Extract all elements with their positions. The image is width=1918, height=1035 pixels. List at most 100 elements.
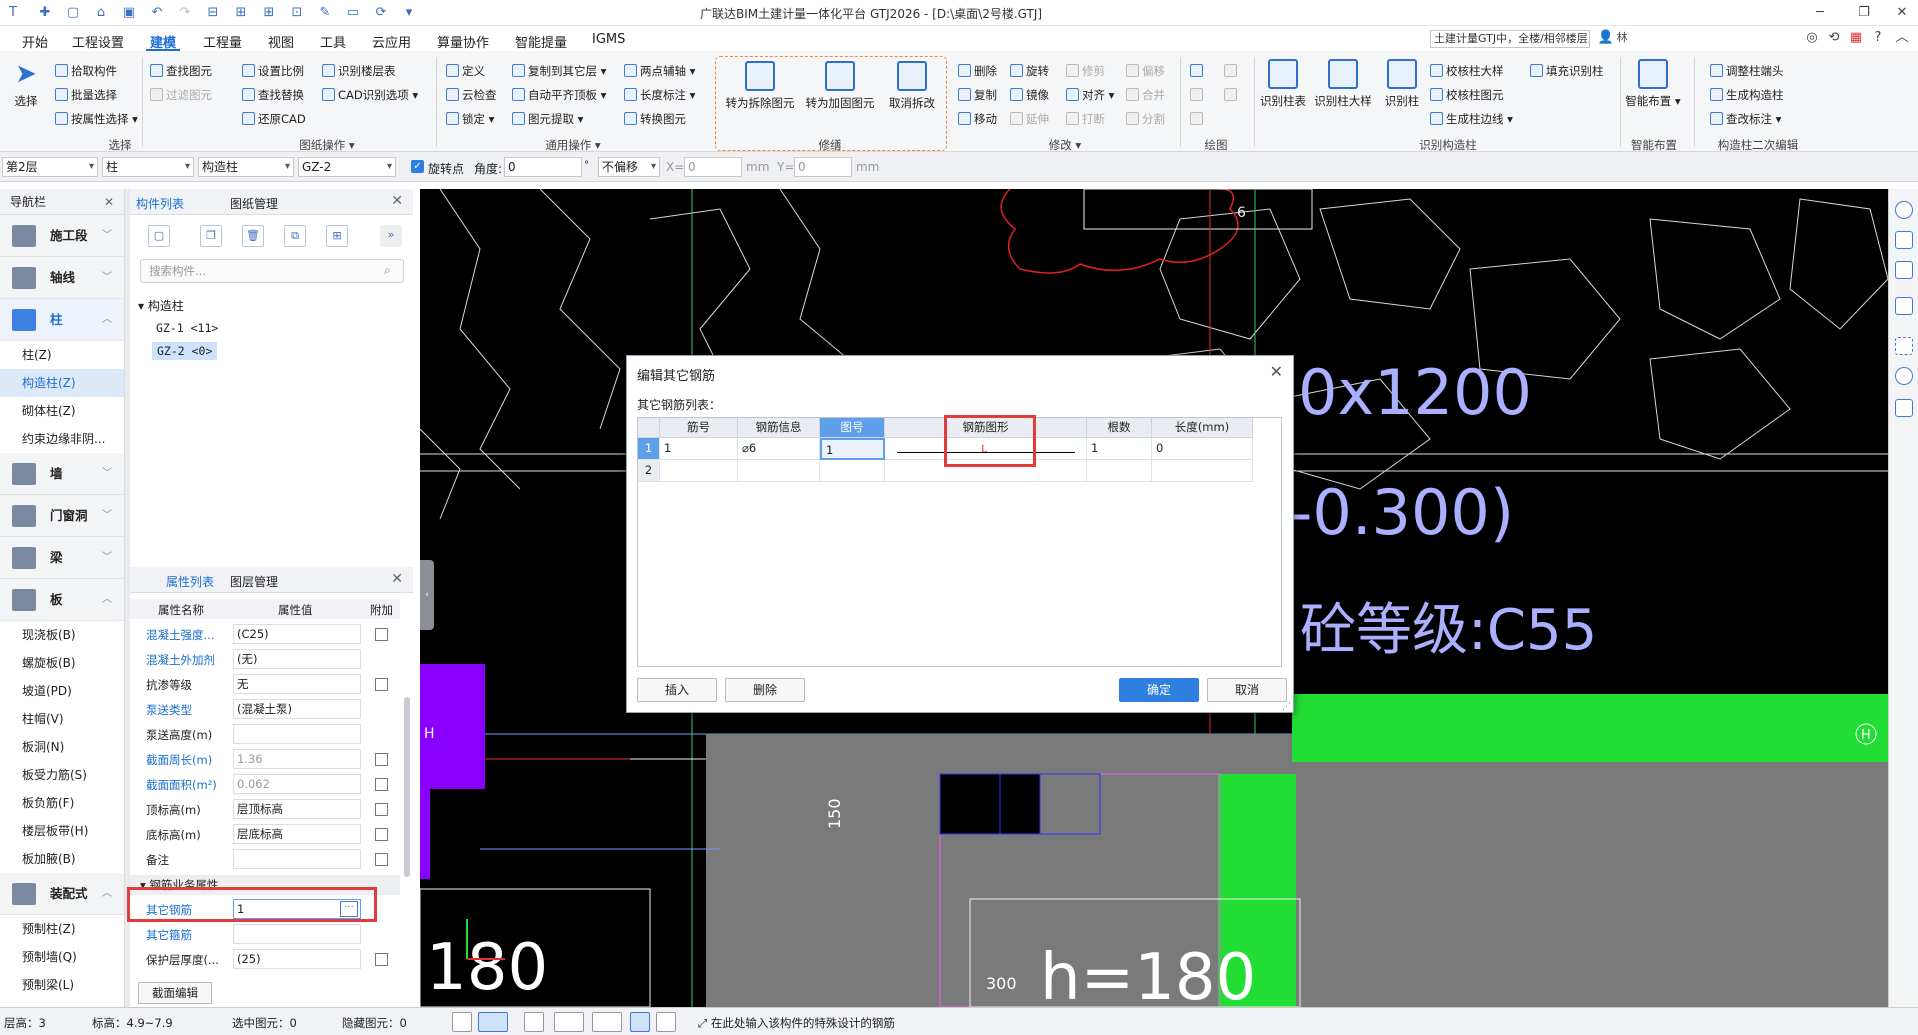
smart-layout-button[interactable]: 智能布置 ▾	[1622, 59, 1684, 109]
check-col-detail-button[interactable]: 校核柱大样	[1430, 63, 1504, 79]
nav-cat-axis[interactable]: 轴线 ﹀	[0, 257, 124, 299]
two-point-axis-button[interactable]: 两点辅轴 ▾	[624, 63, 695, 79]
search-icon[interactable]: ⌕	[384, 263, 391, 278]
find-element-button[interactable]: 查找图元	[150, 63, 212, 79]
gen-col-edge-button[interactable]: 生成柱边线 ▾	[1430, 111, 1513, 127]
nav-item-column-cap[interactable]: 柱帽(V)	[0, 705, 124, 733]
property-value[interactable]	[233, 849, 361, 869]
tab-drawing-manage[interactable]: 图纸管理	[230, 195, 278, 212]
to-demolish-button[interactable]: 转为拆除图元	[722, 61, 798, 111]
cell-length[interactable]: 0	[1152, 438, 1253, 460]
property-row[interactable]: 抗渗等级 无	[130, 672, 400, 697]
property-row[interactable]: 混凝土外加剂 (无)	[130, 647, 400, 672]
tree-item-gz1[interactable]: GZ-1 <11>	[156, 321, 218, 335]
quick-tool-2-icon[interactable]: ⊞	[232, 4, 250, 22]
col-length-header[interactable]: 长度(mm)	[1152, 418, 1253, 438]
property-row[interactable]: 泵送类型 (混凝土泵)	[130, 697, 400, 722]
extract-element-button[interactable]: 图元提取 ▾	[512, 111, 583, 127]
tree-item-gz2[interactable]: GZ-2 <0>	[152, 342, 218, 360]
nav-item-edge-member[interactable]: 约束边缘非阴...	[0, 425, 124, 453]
quick-tool-5-icon[interactable]: ✎	[316, 4, 334, 22]
define-button[interactable]: 定义	[446, 63, 485, 79]
subtype-select[interactable]: 构造柱	[198, 157, 294, 177]
menu-quantity[interactable]: 工程量	[203, 32, 242, 51]
offset-select[interactable]: 不偏移	[598, 157, 660, 177]
delete-row-button[interactable]: 删除	[725, 678, 805, 702]
property-row[interactable]: 顶标高(m) 层顶标高	[130, 797, 400, 822]
panel-toggle-icon[interactable]: ‹	[420, 560, 434, 630]
scrollbar-thumb[interactable]	[404, 697, 410, 877]
property-checkbox[interactable]	[375, 853, 388, 866]
nav-cat-column[interactable]: 柱 ︿	[0, 299, 124, 341]
save-icon[interactable]: ▣	[120, 4, 138, 22]
purple-element[interactable]	[420, 789, 430, 879]
property-checkbox[interactable]	[375, 828, 388, 841]
copy-component-icon[interactable]: ❐	[200, 225, 222, 247]
type-select[interactable]: 柱	[102, 157, 194, 177]
recognize-col-table-button[interactable]: 识别柱表	[1254, 59, 1312, 109]
draw-line-button[interactable]	[1190, 87, 1206, 103]
ok-button[interactable]: 确定	[1119, 678, 1199, 702]
batch-select-button[interactable]: 批量选择	[55, 87, 117, 103]
nav-item-struct-column[interactable]: 构造柱(Z)	[0, 369, 124, 397]
adjust-col-end-button[interactable]: 调整柱端头	[1710, 63, 1784, 79]
headset-icon[interactable]: ◎	[1800, 28, 1824, 48]
floor-select[interactable]: 第2层	[2, 157, 98, 177]
filter-element-button[interactable]: 过滤图元	[150, 87, 212, 103]
green-beam[interactable]	[1292, 694, 1888, 762]
select-button[interactable]: ➤ 选择	[0, 59, 56, 109]
nav-item-prefab-beam[interactable]: 预制梁(L)	[0, 971, 124, 999]
property-checkbox[interactable]	[375, 778, 388, 791]
cell-jin[interactable]: 1	[660, 438, 738, 460]
property-value[interactable]: (C25)	[233, 624, 361, 644]
open-icon[interactable]: ⌂	[92, 4, 110, 22]
property-value[interactable]: 1.36	[233, 749, 361, 769]
undo-icon[interactable]: ↶	[148, 4, 166, 22]
property-value[interactable]: 层底标高	[233, 824, 361, 844]
property-value[interactable]	[233, 924, 361, 944]
find-replace-button[interactable]: 查找替换	[242, 87, 304, 103]
delete-button[interactable]: 删除	[958, 63, 997, 79]
cell-info[interactable]: ⌀6	[738, 438, 820, 460]
restore-button[interactable]: ❐	[1852, 3, 1876, 23]
sort-icon[interactable]: ⊞	[326, 225, 348, 247]
cloud-sync-icon[interactable]: ⟲	[1822, 28, 1846, 48]
draw-rotate-point-button[interactable]	[1224, 63, 1240, 79]
help-icon[interactable]: ?	[1866, 28, 1890, 48]
nav-item-cast-slab[interactable]: 现浇板(B)	[0, 621, 124, 649]
lock-button[interactable]: 锁定 ▾	[446, 111, 494, 127]
restore-cad-button[interactable]: 还原CAD	[242, 111, 306, 127]
customize-arrow-icon[interactable]: ▾	[400, 4, 418, 22]
break-button[interactable]: 打断	[1066, 111, 1105, 127]
property-value[interactable]: 0.062	[233, 774, 361, 794]
property-checkbox[interactable]	[375, 803, 388, 816]
property-checkbox[interactable]	[375, 953, 388, 966]
set-scale-button[interactable]: 设置比例	[242, 63, 304, 79]
delete-component-icon[interactable]: 🗑	[242, 225, 264, 247]
component-select[interactable]: GZ-2	[298, 157, 396, 177]
nav-item-slab-strip[interactable]: 楼层板带(H)	[0, 817, 124, 845]
gen-struct-col-button[interactable]: 生成构造柱	[1710, 87, 1784, 103]
fill-recognize-col-button[interactable]: 填充识别柱	[1530, 63, 1604, 79]
menu-view[interactable]: 视图	[268, 32, 294, 51]
ortho-icon[interactable]	[452, 1012, 472, 1032]
nav-item-masonry-column[interactable]: 砌体柱(Z)	[0, 397, 124, 425]
move-button[interactable]: 移动	[958, 111, 997, 127]
cad-options-button[interactable]: CAD识别选项 ▾	[322, 87, 418, 103]
new-icon[interactable]: ✚	[36, 4, 54, 22]
object-snap-icon[interactable]	[524, 1012, 544, 1032]
align-button[interactable]: 对齐 ▾	[1066, 87, 1114, 103]
nav-item-slab-haunch[interactable]: 板加腋(B)	[0, 845, 124, 873]
x-input[interactable]: 0	[684, 157, 742, 177]
nav-cat-slab[interactable]: 板 ︿	[0, 579, 124, 621]
menu-smart-extract[interactable]: 智能提量	[515, 32, 567, 51]
menu-collab[interactable]: 算量协作	[437, 32, 489, 51]
property-value[interactable]	[233, 724, 361, 744]
draw-point-button[interactable]	[1190, 63, 1206, 79]
nav-cat-beam[interactable]: 梁 ﹀	[0, 537, 124, 579]
property-row[interactable]: 保护层厚度(... (25)	[130, 947, 400, 972]
convert-element-button[interactable]: 转换图元	[624, 111, 686, 127]
menu-start[interactable]: 开始	[22, 32, 48, 51]
close-window-button[interactable]: ✕	[1890, 3, 1914, 23]
nav-cat-wall[interactable]: 墙 ﹀	[0, 453, 124, 495]
